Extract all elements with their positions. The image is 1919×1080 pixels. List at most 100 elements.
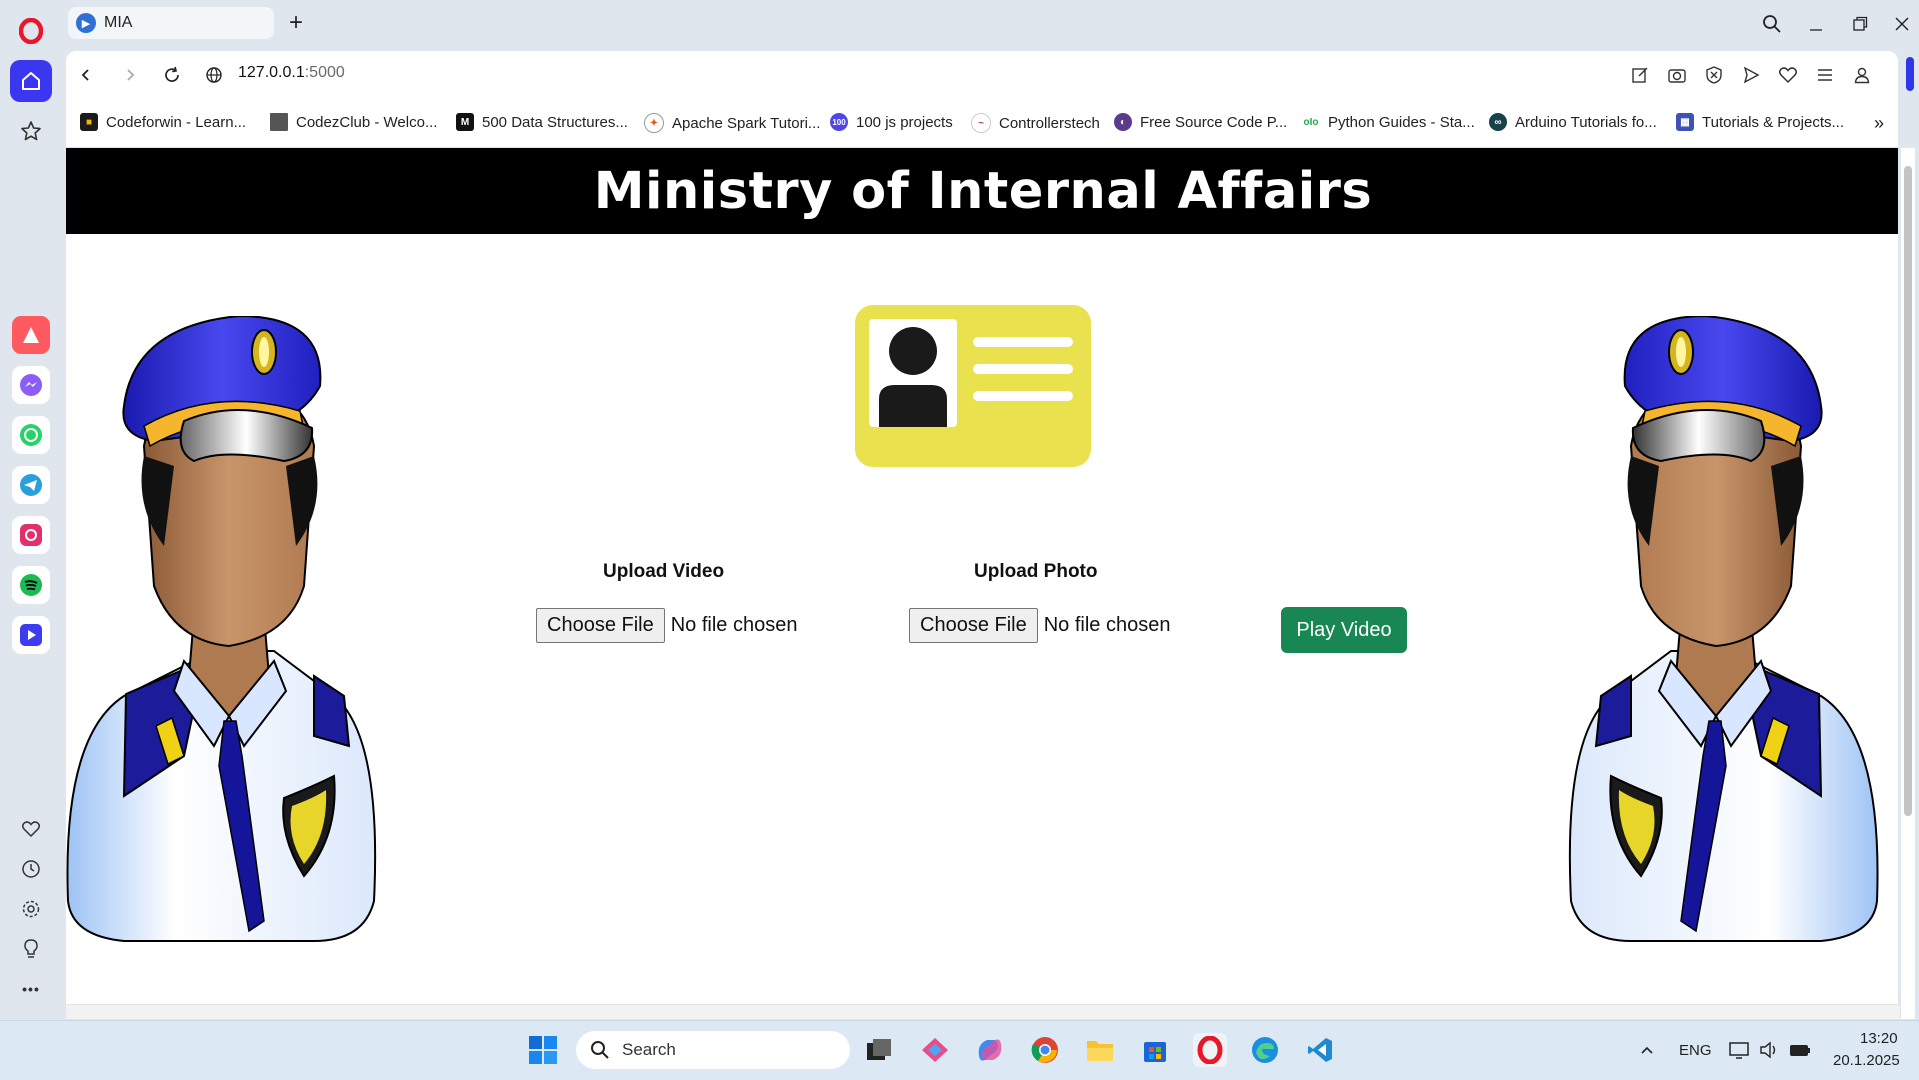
reload-icon[interactable]: [154, 57, 190, 93]
opera-sidebar: •••: [0, 0, 62, 1020]
tool-app-icon[interactable]: [918, 1033, 952, 1067]
favorites-icon[interactable]: [1774, 61, 1802, 89]
heart-icon[interactable]: [10, 808, 52, 850]
tab-title: MIA: [104, 14, 133, 31]
more-icon[interactable]: •••: [10, 968, 52, 1010]
sidebar-toggle-accent[interactable]: [1906, 57, 1914, 91]
easy-setup-icon[interactable]: [1811, 61, 1839, 89]
bookmark-item[interactable]: 100 100 js projects: [830, 113, 953, 131]
close-icon[interactable]: [1884, 6, 1919, 42]
player-icon[interactable]: [12, 616, 50, 654]
police-officer-illustration-right: [1568, 316, 1879, 942]
bookmark-item[interactable]: ■ Codeforwin - Learn...: [80, 113, 246, 131]
store-icon[interactable]: [1138, 1033, 1172, 1067]
opera-logo-icon[interactable]: [10, 10, 52, 52]
bookmark-item[interactable]: CodezClub - Welco...: [270, 113, 437, 131]
choose-video-file-button[interactable]: Choose File: [536, 608, 665, 643]
clock-time[interactable]: 13:20: [1860, 1030, 1898, 1047]
page-icon: [270, 113, 288, 131]
windows-taskbar: Search ENG 13:20 20.1.2025: [0, 1020, 1919, 1080]
video-file-status: No file chosen: [670, 614, 798, 636]
opera-taskbar-icon[interactable]: [1193, 1033, 1227, 1067]
bookmark-item[interactable]: ✦ Apache Spark Tutori...: [644, 113, 820, 133]
network-icon[interactable]: [1722, 1033, 1756, 1067]
tutorials-icon: ▦: [1676, 113, 1694, 131]
instagram-icon[interactable]: [12, 516, 50, 554]
lightbulb-icon[interactable]: [10, 928, 52, 970]
page-header: Ministry of Internal Affairs: [66, 148, 1898, 234]
battery-icon[interactable]: [1783, 1033, 1817, 1067]
play-favicon-icon: ▶: [76, 13, 96, 33]
bookmark-item[interactable]: ◐ Free Source Code P...: [1114, 113, 1287, 131]
bookmark-label: CodezClub - Welco...: [296, 113, 438, 131]
adblock-icon[interactable]: [1700, 61, 1728, 89]
scrollbar-thumb[interactable]: [1904, 166, 1912, 816]
history-icon[interactable]: [10, 848, 52, 890]
tab-strip: ▶ MIA +: [62, 0, 1919, 48]
bookmark-item[interactable]: oIo Python Guides - Sta...: [1302, 113, 1475, 131]
id-line: [973, 364, 1073, 374]
edge-icon[interactable]: [1248, 1033, 1282, 1067]
messenger-icon[interactable]: [12, 366, 50, 404]
forward-icon[interactable]: [112, 57, 148, 93]
minimize-icon[interactable]: [1798, 6, 1834, 42]
bookmark-item[interactable]: M 500 Data Structures...: [456, 113, 628, 131]
telegram-icon[interactable]: [12, 466, 50, 504]
star-icon[interactable]: [10, 110, 52, 152]
photo-file-status: No file chosen: [1043, 614, 1171, 636]
file-explorer-icon[interactable]: [1083, 1033, 1117, 1067]
volume-icon[interactable]: [1752, 1033, 1786, 1067]
restore-icon[interactable]: [1842, 6, 1878, 42]
clock-date[interactable]: 20.1.2025: [1833, 1052, 1900, 1069]
codeforwin-icon: ■: [80, 113, 98, 131]
bookmark-label: Free Source Code P...: [1140, 113, 1288, 131]
send-icon[interactable]: [1737, 61, 1765, 89]
search-tabs-icon[interactable]: [1754, 6, 1790, 42]
medium-icon: M: [456, 113, 474, 131]
home-icon[interactable]: [10, 60, 52, 102]
chrome-icon[interactable]: [1028, 1033, 1062, 1067]
python-guides-icon: oIo: [1302, 113, 1320, 131]
url-host: 127.0.0.1: [238, 64, 305, 81]
video-file-input[interactable]: Choose File No file chosen: [536, 608, 797, 643]
spark-icon: ✦: [644, 113, 664, 133]
bookmark-label: Apache Spark Tutori...: [672, 114, 821, 132]
copilot-icon[interactable]: [973, 1033, 1007, 1067]
bookmark-item[interactable]: ~ Controllerstech: [971, 113, 1100, 133]
taskbar-search[interactable]: Search: [576, 1031, 850, 1069]
site-info-icon[interactable]: [196, 57, 232, 93]
new-tab-button[interactable]: +: [282, 10, 310, 38]
whatsapp-icon[interactable]: [12, 416, 50, 454]
tab-mia[interactable]: ▶ MIA: [68, 7, 274, 39]
url-field[interactable]: 127.0.0.1:5000: [238, 64, 345, 82]
spotify-icon[interactable]: [12, 566, 50, 604]
camera-icon[interactable]: [1663, 61, 1691, 89]
settings-icon[interactable]: [10, 888, 52, 930]
bookmark-label: Python Guides - Sta...: [1328, 113, 1475, 131]
windows-start-icon[interactable]: [526, 1033, 560, 1067]
bookmark-label: 100 js projects: [856, 113, 953, 131]
vscode-icon[interactable]: [1303, 1033, 1337, 1067]
profile-icon[interactable]: [1848, 61, 1876, 89]
search-placeholder: Search: [622, 1040, 676, 1059]
edit-icon[interactable]: [1626, 61, 1654, 89]
task-view-icon[interactable]: [862, 1033, 896, 1067]
bookmark-item[interactable]: ▦ Tutorials & Projects...: [1676, 113, 1844, 131]
vertical-scrollbar[interactable]: [1901, 148, 1915, 1019]
url-port: :5000: [304, 64, 345, 81]
bookmark-label: 500 Data Structures...: [482, 113, 628, 131]
address-bar: 127.0.0.1:5000: [66, 51, 1898, 99]
horizontal-scrollbar[interactable]: [66, 1004, 1900, 1019]
id-card-icon: [855, 305, 1091, 467]
upload-video-label: Upload Video: [603, 561, 725, 582]
play-video-button[interactable]: Play Video: [1281, 607, 1407, 653]
bookmark-label: Controllerstech: [999, 114, 1100, 132]
photo-file-input[interactable]: Choose File No file chosen: [909, 608, 1170, 643]
choose-photo-file-button[interactable]: Choose File: [909, 608, 1038, 643]
language-indicator[interactable]: ENG: [1679, 1042, 1712, 1059]
back-icon[interactable]: [68, 57, 104, 93]
bookmark-item[interactable]: ∞ Arduino Tutorials fo...: [1489, 113, 1657, 131]
bookmarks-more-button[interactable]: »: [1874, 113, 1884, 134]
chevron-up-icon[interactable]: [1630, 1033, 1664, 1067]
aria-icon[interactable]: [12, 316, 50, 354]
